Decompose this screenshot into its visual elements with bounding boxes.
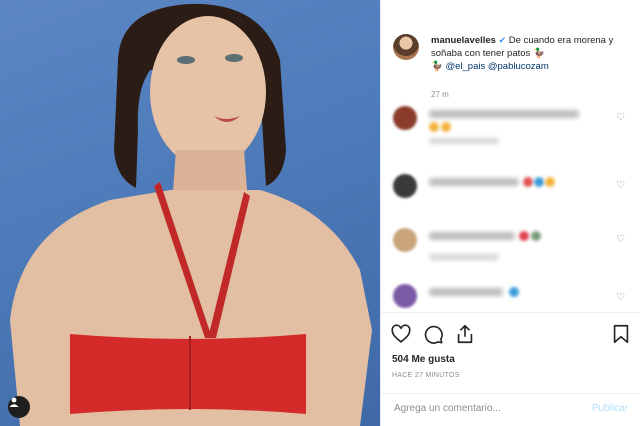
mention-link[interactable]: @el_pais (445, 61, 485, 72)
publish-button[interactable]: Publicar (592, 403, 628, 414)
blurred-comment-text (429, 110, 579, 118)
commenter-avatar[interactable] (393, 228, 417, 252)
like-comment-icon[interactable]: ♡ (616, 112, 625, 123)
user-tag-icon[interactable] (8, 396, 30, 418)
comment-item: ♡ (381, 224, 640, 264)
comment-input[interactable] (392, 402, 576, 415)
emoji-icon (509, 287, 519, 297)
caption-timestamp: 27 m (431, 90, 449, 99)
emoji-icon (534, 177, 544, 187)
blurred-comment-meta (429, 254, 499, 260)
emoji-icon (429, 122, 439, 132)
like-comment-icon[interactable]: ♡ (616, 180, 625, 191)
commenter-avatar[interactable] (393, 284, 417, 308)
emoji-icon (441, 122, 451, 132)
emoji-icon (531, 231, 541, 241)
comment-item: ♡ (381, 102, 640, 144)
author-username[interactable]: manuelavelles (431, 35, 496, 46)
bookmark-icon[interactable] (610, 323, 632, 345)
blurred-comment-text (429, 232, 515, 240)
verified-badge-icon: ✔ (498, 35, 507, 45)
portrait-illustration (10, 3, 372, 426)
emoji-icon (519, 231, 529, 241)
post-caption: manuelavelles ✔ De cuando era morena y s… (431, 34, 627, 73)
blurred-comment-text (429, 288, 503, 296)
duck-emoji-icon: 🦆 (532, 48, 545, 59)
post-timestamp: HACE 27 MINUTOS (392, 372, 460, 379)
commenter-avatar[interactable] (393, 174, 417, 198)
comment-icon[interactable] (422, 323, 444, 345)
heart-icon[interactable] (390, 323, 412, 345)
add-comment-bar: Publicar (380, 393, 640, 426)
duck-emoji-icon: 🦆 (431, 61, 443, 72)
commenter-avatar[interactable] (393, 106, 417, 130)
like-comment-icon[interactable]: ♡ (616, 234, 625, 245)
blurred-comment-meta (429, 138, 499, 144)
emoji-icon (523, 177, 533, 187)
mention-link[interactable]: @pablucozam (488, 61, 549, 72)
post-photo[interactable] (0, 0, 380, 426)
share-icon[interactable] (454, 323, 476, 345)
likes-count[interactable]: 504 Me gusta (392, 354, 455, 365)
comment-item: ♡ (381, 170, 640, 210)
post-actions: 504 Me gusta HACE 27 MINUTOS Publicar (380, 312, 640, 425)
author-avatar[interactable] (393, 34, 419, 60)
like-comment-icon[interactable]: ♡ (616, 292, 625, 303)
blurred-comment-text (429, 178, 519, 186)
emoji-icon (545, 177, 555, 187)
